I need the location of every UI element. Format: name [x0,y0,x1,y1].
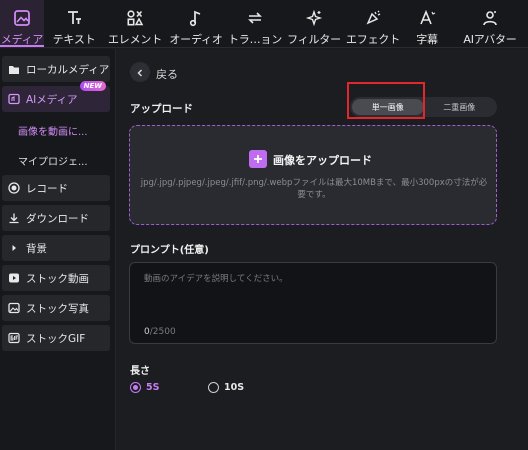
prompt-placeholder: 動画のアイデアを説明してください。 [144,274,288,284]
length-10s-label: 10S [224,382,245,393]
sidebar-item-label: AIメディア [26,93,78,106]
new-badge: NEW [79,81,106,91]
tab-audio-label: オーディオ [169,33,223,46]
sidebar-item-label: ダウンロード [26,212,89,225]
upload-section-title: アップロード [130,103,193,115]
upload-dropzone[interactable]: 画像をアップロード jpg/.jpg/.pjpeg/.jpeg/.jfif/.p… [129,125,497,225]
image-mode-toggle: 単一画像 二重画像 [350,97,497,117]
tab-effects-label: エフェクト [346,33,400,46]
prompt-char-counter: 0/2500 [144,327,176,337]
download-icon [8,212,20,224]
sidebar-item-label: 背景 [26,242,47,255]
prompt-textarea[interactable]: 動画のアイデアを説明してください。 0/2500 [129,262,497,344]
back-label[interactable]: 戻る [156,66,178,82]
chevron-left-icon [135,63,145,82]
tab-ai-avatar-label: AIアバター [463,33,517,46]
elements-icon [126,8,144,28]
sidebar-item-stock-gif[interactable]: ストックGIF [2,325,110,351]
sidebar-item-label: ストック写真 [26,302,89,315]
radio-unselected-icon [208,382,219,393]
sparkle-icon [305,8,323,28]
tab-captions-label: 字幕 [416,33,438,46]
length-5s-label: 5S [146,382,160,393]
tab-captions[interactable]: 字幕 [402,0,452,47]
tab-text[interactable]: テキスト [44,0,104,47]
tab-transitions-label: トラ…ョン [228,33,282,46]
sidebar-item-local-media[interactable]: ローカルメディア [2,56,110,82]
tab-elements[interactable]: エレメント [104,0,166,47]
play-icon [8,272,20,284]
prompt-section-title: プロンプト(任意) [130,245,209,256]
chevron-right-icon [8,242,20,254]
double-image-option[interactable]: 二重画像 [424,99,496,115]
sidebar-sub-my-projects[interactable]: マイプロジェ... [18,153,88,168]
prompt-char-count-max: /2500 [149,327,176,337]
radio-selected-icon [130,382,141,393]
gif-icon [8,332,20,344]
tab-media-label: メディア [0,33,44,46]
tab-effects[interactable]: エフェクト [344,0,402,47]
music-note-icon [187,8,205,28]
image-icon [8,302,20,314]
sidebar-item-label: ストック動画 [26,272,89,285]
length-section-title: 長さ [130,366,150,377]
text-icon [65,8,83,28]
transition-icon [246,8,264,28]
tab-text-label: テキスト [52,33,96,46]
length-radio-10s[interactable]: 10S [208,382,244,393]
sidebar-item-stock-video[interactable]: ストック動画 [2,265,110,291]
upload-file-requirements: jpg/.jpg/.pjpeg/.jpeg/.jfif/.png/.webpファ… [140,178,488,200]
sidebar-item-background[interactable]: 背景 [2,235,110,261]
tab-filters-label: フィルター [287,33,341,46]
sidebar-item-download[interactable]: ダウンロード [2,205,110,231]
top-toolbar: メディア テキスト エレメント オーディオ トラ…ョン フィルター エフェクト … [0,0,528,48]
tab-media[interactable]: メディア [0,0,44,47]
single-image-option[interactable]: 単一画像 [352,99,424,115]
main-panel: 戻る アップロード 単一画像 二重画像 画像をアップロード jpg/.jpg/.… [117,49,528,450]
tab-ai-avatar[interactable]: AIアバター [452,0,528,47]
sidebar: ローカルメディア AIメディア NEW 画像を動画に... マイプロジェ... … [0,49,116,450]
sidebar-item-ai-media[interactable]: AIメディア NEW [2,81,110,112]
sidebar-item-record[interactable]: レコード [2,175,110,201]
media-icon [13,8,31,28]
length-radio-5s[interactable]: 5S [130,382,159,393]
caption-icon [418,8,436,28]
folder-icon [8,63,20,75]
upload-image-button[interactable]: 画像をアップロード [273,152,372,168]
tab-transitions[interactable]: トラ…ョン [226,0,284,47]
back-button[interactable] [130,62,150,82]
sidebar-item-label: レコード [26,182,68,195]
tab-audio[interactable]: オーディオ [166,0,226,47]
plus-icon [249,150,267,168]
tab-filters[interactable]: フィルター [284,0,344,47]
sidebar-item-label: ローカルメディア [26,63,110,76]
tab-elements-label: エレメント [108,33,162,46]
effect-icon [364,8,382,28]
sidebar-item-stock-photo[interactable]: ストック写真 [2,295,110,321]
sidebar-sub-image-to-video[interactable]: 画像を動画に... [18,123,88,138]
record-icon [8,182,20,194]
sidebar-item-label: ストックGIF [26,332,86,345]
ai-media-icon [8,93,20,105]
avatar-icon [481,8,499,28]
